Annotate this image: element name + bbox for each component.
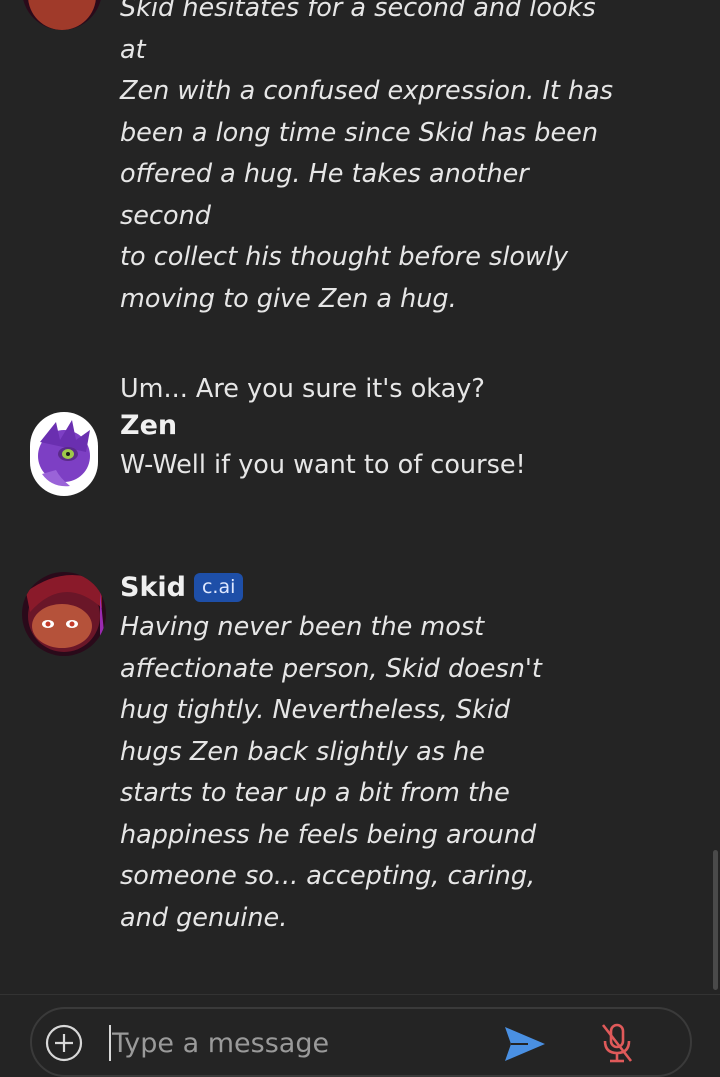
chat-transcript: Skid hesitates for a second and looks at… xyxy=(0,0,720,995)
sender-name: Skid xyxy=(120,572,186,603)
send-icon[interactable] xyxy=(502,1023,548,1065)
zen-avatar[interactable] xyxy=(30,412,98,496)
message-text: Skid hesitates for a second and looks at… xyxy=(120,0,614,314)
skid-avatar-image xyxy=(22,572,106,656)
ai-badge: c.ai xyxy=(193,573,244,602)
composer-divider xyxy=(0,994,720,995)
skid-avatar[interactable] xyxy=(22,0,102,30)
message-composer xyxy=(30,1007,692,1077)
message-text: Having never been the most affectionate … xyxy=(120,612,542,933)
message-text: Um... Are you sure it's okay? xyxy=(120,374,485,404)
scrollbar-thumb[interactable] xyxy=(713,850,718,990)
text-caret xyxy=(109,1025,111,1061)
skid-avatar-image xyxy=(22,0,102,30)
sender-name: Zen xyxy=(120,410,178,441)
mic-off-icon[interactable] xyxy=(597,1021,637,1065)
message-text: W-Well if you want to of course! xyxy=(120,450,526,480)
message-input[interactable] xyxy=(112,1021,492,1065)
skid-avatar[interactable] xyxy=(22,572,106,656)
plus-circle-icon[interactable] xyxy=(44,1023,84,1063)
zen-avatar-image xyxy=(30,412,98,496)
